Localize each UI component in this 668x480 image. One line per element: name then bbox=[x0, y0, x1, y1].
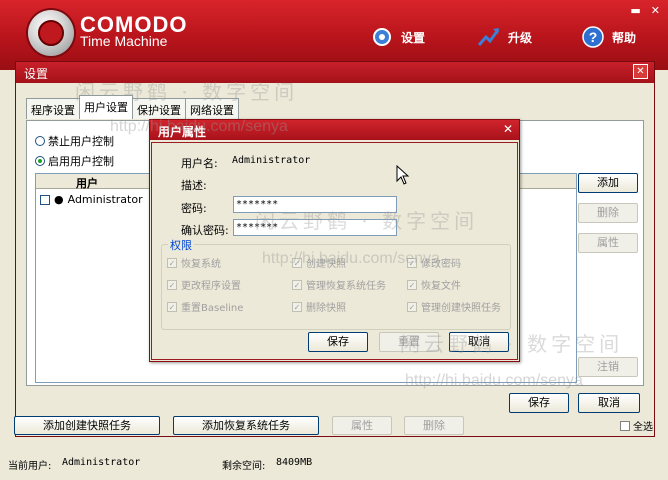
close-icon[interactable]: ✕ bbox=[503, 122, 513, 136]
watermark-text: 闲云野鹤 · 数字空间 bbox=[400, 332, 624, 356]
nav-settings-label: 设置 bbox=[401, 30, 426, 45]
nav-help[interactable]: ? 帮助 bbox=[580, 24, 636, 50]
settings-save-button[interactable]: 保存 bbox=[509, 393, 569, 413]
help-icon: ? bbox=[580, 24, 606, 50]
delete-user-button[interactable]: 删除 bbox=[578, 203, 638, 223]
window-controls: ▬ ✕ bbox=[630, 4, 660, 17]
current-user-label: 当前用户: bbox=[8, 461, 52, 472]
close-icon[interactable]: ✕ bbox=[633, 64, 648, 79]
watermark-url: http://hi.baidu.com/senya bbox=[110, 118, 288, 135]
status-bar: 当前用户: Administrator 剩余空间: 8409MB bbox=[0, 452, 668, 480]
settings-title: 设置 bbox=[24, 67, 49, 81]
nav-upgrade-label: 升级 bbox=[508, 30, 533, 45]
comodo-logo-icon bbox=[28, 10, 74, 56]
permissions-legend: 权限 bbox=[168, 237, 194, 253]
user-icon: ● bbox=[54, 193, 64, 206]
gear-icon bbox=[369, 24, 395, 50]
description-label: 描述: bbox=[181, 179, 207, 192]
username-label: 用户名: bbox=[181, 157, 218, 170]
close-icon[interactable]: ✕ bbox=[651, 4, 660, 17]
add-snapshot-task-button[interactable]: 添加创建快照任务 bbox=[14, 416, 160, 435]
add-user-button[interactable]: 添加 bbox=[578, 173, 638, 193]
app-header: COMODO Time Machine 设置 升级 ? 帮助 ▬ ✕ bbox=[0, 0, 668, 70]
mouse-pointer-icon bbox=[396, 164, 410, 188]
watermark-text: 闲云野鹤 · 数字空间 bbox=[255, 209, 479, 233]
task-delete-button[interactable]: 删除 bbox=[404, 416, 464, 435]
nav-settings[interactable]: 设置 bbox=[369, 24, 425, 50]
perm-manage-restore-tasks[interactable]: ✓ 管理恢复系统任务 bbox=[292, 277, 386, 292]
perm-change-settings[interactable]: ✓ 更改程序设置 bbox=[167, 277, 241, 292]
logout-button[interactable]: 注销 bbox=[578, 357, 638, 377]
free-space-value: 8409MB bbox=[276, 457, 313, 468]
user-properties-dialog: 用户属性 ✕ 用户名: Administrator 描述: 密码: ******… bbox=[149, 119, 520, 362]
perm-delete-snapshot[interactable]: ✓ 删除快照 bbox=[292, 299, 346, 314]
perm-manage-snapshot-tasks[interactable]: ✓ 管理创建快照任务 bbox=[407, 299, 501, 314]
svg-text:?: ? bbox=[589, 29, 598, 45]
upgrade-arrow-icon bbox=[476, 24, 502, 50]
task-properties-button[interactable]: 属性 bbox=[332, 416, 392, 435]
tab-program-settings[interactable]: 程序设置 bbox=[26, 98, 80, 119]
minimize-icon[interactable]: ▬ bbox=[630, 4, 640, 17]
perm-restore-system[interactable]: ✓ 恢复系统 bbox=[167, 255, 221, 270]
user-column-header[interactable]: 用户 bbox=[76, 175, 98, 191]
user-checkbox[interactable] bbox=[40, 194, 50, 205]
user-properties-button[interactable]: 属性 bbox=[578, 233, 638, 253]
settings-cancel-button[interactable]: 取消 bbox=[578, 393, 640, 413]
free-space-label: 剩余空间: bbox=[222, 461, 266, 472]
username-value: Administrator bbox=[232, 155, 311, 166]
current-user-value: Administrator bbox=[62, 457, 141, 468]
nav-help-label: 帮助 bbox=[612, 30, 637, 45]
confirm-password-label: 确认密码: bbox=[181, 224, 229, 237]
perm-restore-files[interactable]: ✓ 恢复文件 bbox=[407, 277, 461, 292]
radio-enable-user-control[interactable]: 启用用户控制 bbox=[35, 153, 114, 169]
dialog-save-button[interactable]: 保存 bbox=[308, 332, 368, 352]
product-name: Time Machine bbox=[80, 33, 168, 49]
tab-user-settings[interactable]: 用户设置 bbox=[79, 95, 133, 119]
perm-reset-baseline[interactable]: ✓ 重置Baseline bbox=[167, 299, 243, 314]
watermark-url: http://hi.baidu.com/senya bbox=[405, 372, 583, 389]
add-restore-task-button[interactable]: 添加恢复系统任务 bbox=[173, 416, 319, 435]
nav-upgrade[interactable]: 升级 bbox=[476, 24, 532, 50]
user-name: Administrator bbox=[67, 193, 143, 206]
radio-disable-user-control[interactable]: 禁止用户控制 bbox=[35, 133, 114, 149]
list-item[interactable]: ● Administrator bbox=[40, 193, 143, 206]
password-label: 密码: bbox=[181, 202, 207, 215]
watermark-url: http://hi.baidu.com/senya bbox=[262, 250, 440, 267]
select-all-checkbox[interactable]: 全选 bbox=[620, 418, 653, 433]
